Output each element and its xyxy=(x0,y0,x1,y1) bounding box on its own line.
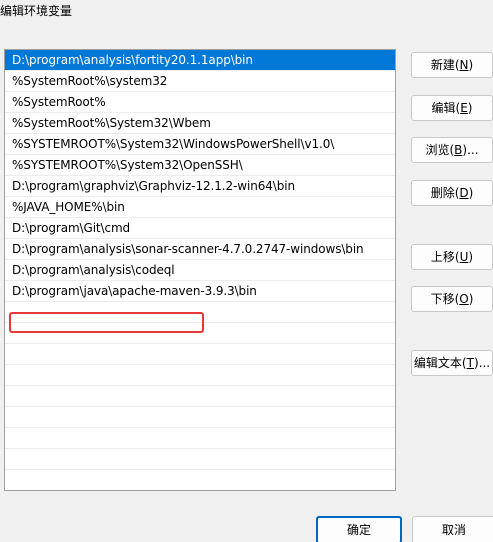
edit-text-button[interactable]: 编辑文本(T)... xyxy=(411,350,493,376)
list-empty-row[interactable] xyxy=(5,470,395,490)
browse-button-label: 浏览( xyxy=(425,143,455,157)
list-empty-row[interactable] xyxy=(5,365,395,386)
list-item-0[interactable]: D:\program\analysis\fortity20.1.1app\bin xyxy=(5,50,395,71)
move-down-button-key: O xyxy=(459,292,469,306)
delete-button-key: D xyxy=(459,186,469,200)
new-button[interactable]: 新建(N) xyxy=(411,52,493,78)
delete-button[interactable]: 删除(D) xyxy=(411,180,493,206)
delete-button-label: 删除( xyxy=(430,186,460,200)
move-up-button[interactable]: 上移(U) xyxy=(411,244,493,270)
browse-button[interactable]: 浏览(B)... xyxy=(411,137,493,163)
list-item-1[interactable]: %SystemRoot%\system32 xyxy=(5,71,395,92)
edit-button-key: E xyxy=(460,101,468,115)
new-button-suffix: ) xyxy=(468,58,474,72)
move-down-button-label: 下移( xyxy=(430,292,460,306)
list-item-3[interactable]: %SystemRoot%\System32\Wbem xyxy=(5,113,395,134)
move-up-button-label: 上移( xyxy=(430,250,460,264)
list-empty-row[interactable] xyxy=(5,407,395,428)
edit-button-label: 编辑( xyxy=(431,101,461,115)
move-up-button-suffix: ) xyxy=(468,250,474,264)
list-item-6[interactable]: D:\program\graphviz\Graphviz-12.1.2-win6… xyxy=(5,176,395,197)
list-item-9[interactable]: D:\program\analysis\sonar-scanner-4.7.0.… xyxy=(5,239,395,260)
list-empty-row[interactable] xyxy=(5,386,395,407)
delete-button-suffix: ) xyxy=(468,186,474,200)
list-empty-row[interactable] xyxy=(5,428,395,449)
list-item-4[interactable]: %SYSTEMROOT%\System32\WindowsPowerShell\… xyxy=(5,134,395,155)
move-down-button-suffix: ) xyxy=(468,292,474,306)
list-empty-row[interactable] xyxy=(5,302,395,323)
list-empty-row[interactable] xyxy=(5,323,395,344)
edit-text-button-key: T xyxy=(466,356,474,370)
list-item-11[interactable]: D:\program\java\apache-maven-3.9.3\bin xyxy=(5,281,395,302)
new-button-label: 新建( xyxy=(430,58,460,72)
move-down-button[interactable]: 下移(O) xyxy=(411,286,493,312)
browse-button-suffix: )... xyxy=(462,143,479,157)
list-item-8[interactable]: D:\program\Git\cmd xyxy=(5,218,395,239)
edit-button-suffix: ) xyxy=(467,101,473,115)
cancel-button[interactable]: 取消 xyxy=(412,516,493,542)
list-item-10[interactable]: D:\program\analysis\codeql xyxy=(5,260,395,281)
edit-text-button-suffix: )... xyxy=(473,356,491,370)
list-item-5[interactable]: %SYSTEMROOT%\System32\OpenSSH\ xyxy=(5,155,395,176)
path-list[interactable]: D:\program\analysis\fortity20.1.1app\bin… xyxy=(4,49,396,491)
list-item-2[interactable]: %SystemRoot% xyxy=(5,92,395,113)
ok-button[interactable]: 确定 xyxy=(316,516,402,542)
edit-text-button-label: 编辑文本( xyxy=(413,356,467,370)
edit-env-var-dialog: 编辑环境变量 D:\program\analysis\fortity20.1.1… xyxy=(0,0,493,542)
list-item-7[interactable]: %JAVA_HOME%\bin xyxy=(5,197,395,218)
window-title: 编辑环境变量 xyxy=(0,4,73,18)
edit-button[interactable]: 编辑(E) xyxy=(411,95,493,121)
list-empty-row[interactable] xyxy=(5,449,395,470)
list-empty-row[interactable] xyxy=(5,344,395,365)
